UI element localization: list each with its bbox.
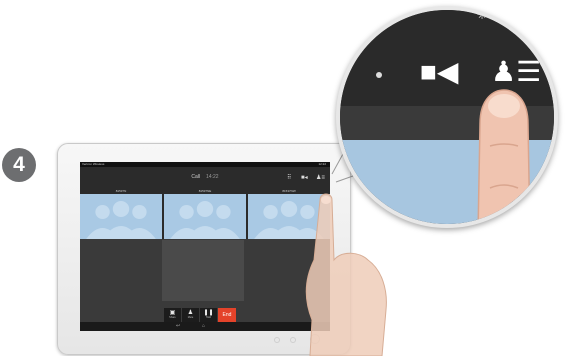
call-duration: 14:22 — [206, 174, 219, 180]
hold-label: Hold — [205, 316, 212, 319]
call-controls: ▣ Share ♟ Mute ❚❚ Hold End — [164, 308, 236, 322]
hardware-home-button[interactable] — [310, 334, 320, 344]
step-badge: 4 — [2, 148, 36, 182]
participants-list-icon[interactable]: ♟≡ — [316, 175, 325, 181]
end-call-button[interactable]: End — [218, 308, 236, 322]
android-nav-bar: ↩ ⌂ — [80, 322, 330, 331]
participant-tile[interactable]: 81537NW — [248, 188, 330, 239]
participant-name: 81537NE — [164, 188, 246, 194]
video-camera-icon[interactable]: ■◀ — [420, 58, 458, 86]
participant-tile[interactable]: 81537NE — [164, 188, 246, 239]
participants-silhouette-icon — [86, 201, 156, 239]
share-label: Share — [169, 316, 176, 319]
participant-tile[interactable]: 81537N — [80, 188, 162, 239]
call-title-label: Call — [191, 174, 201, 180]
mute-label: Mute — [187, 316, 194, 319]
tablet-screen: Verizon Wireless 12:22 Call 14:22 ⠿ ■◂ ♟≡… — [80, 162, 330, 322]
step-number: 4 — [13, 153, 25, 176]
participants-silhouette-icon — [170, 201, 240, 239]
participant-tiles: 81537N 81537NE 81537NW — [80, 188, 330, 239]
end-label: End — [222, 312, 232, 318]
hardware-button[interactable] — [274, 337, 280, 343]
signal-icon: ✳ — [477, 8, 488, 22]
separator-dot — [376, 72, 382, 78]
back-icon[interactable]: ↩ — [176, 323, 180, 330]
keypad-icon[interactable]: ⠿ — [287, 175, 291, 181]
participants-list-icon[interactable]: ♟☰ — [491, 58, 541, 86]
participants-silhouette-icon — [254, 201, 324, 239]
call-top-bar: Call 14:22 ⠿ ■◂ ♟≡ — [80, 167, 330, 188]
zoom-callout: ✳ ■◀ ♟☰ — [336, 6, 558, 228]
video-camera-icon[interactable]: ■◂ — [301, 175, 308, 181]
mute-button[interactable]: ♟ Mute — [182, 308, 199, 322]
hardware-button[interactable] — [290, 337, 296, 343]
participant-name: 81537N — [80, 188, 162, 194]
home-icon[interactable]: ⌂ — [202, 323, 205, 330]
tablet-device: Verizon Wireless 12:22 Call 14:22 ⠿ ■◂ ♟≡… — [57, 143, 351, 355]
self-view — [162, 240, 244, 301]
share-button[interactable]: ▣ Share — [164, 308, 181, 322]
pointing-finger — [477, 89, 531, 224]
hold-button[interactable]: ❚❚ Hold — [200, 308, 217, 322]
participant-name: 81537NW — [248, 188, 330, 194]
call-title: Call 14:22 — [80, 174, 330, 180]
